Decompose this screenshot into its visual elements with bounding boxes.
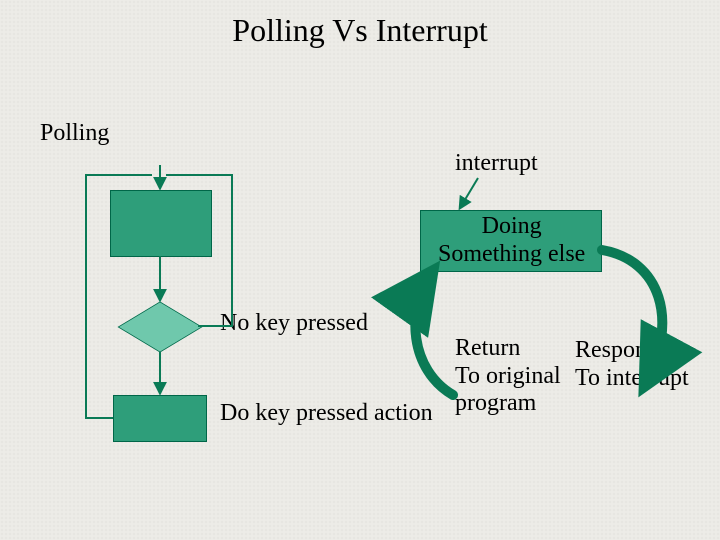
no-key-label: No key pressed bbox=[220, 310, 368, 338]
interrupt-heading: interrupt bbox=[455, 150, 538, 178]
polling-heading: Polling bbox=[40, 120, 109, 148]
response-label: Response To interrupt bbox=[575, 337, 689, 392]
doing-box-text: Doing Something else bbox=[438, 213, 585, 268]
polling-box-2 bbox=[113, 395, 207, 442]
flow-arrows bbox=[0, 0, 720, 540]
return-label: Return To original program bbox=[455, 335, 561, 418]
do-action-label: Do key pressed action bbox=[220, 400, 433, 428]
page-title: Polling Vs Interrupt bbox=[0, 12, 720, 49]
polling-decision-diamond bbox=[118, 302, 202, 352]
polling-box-1 bbox=[110, 190, 212, 257]
